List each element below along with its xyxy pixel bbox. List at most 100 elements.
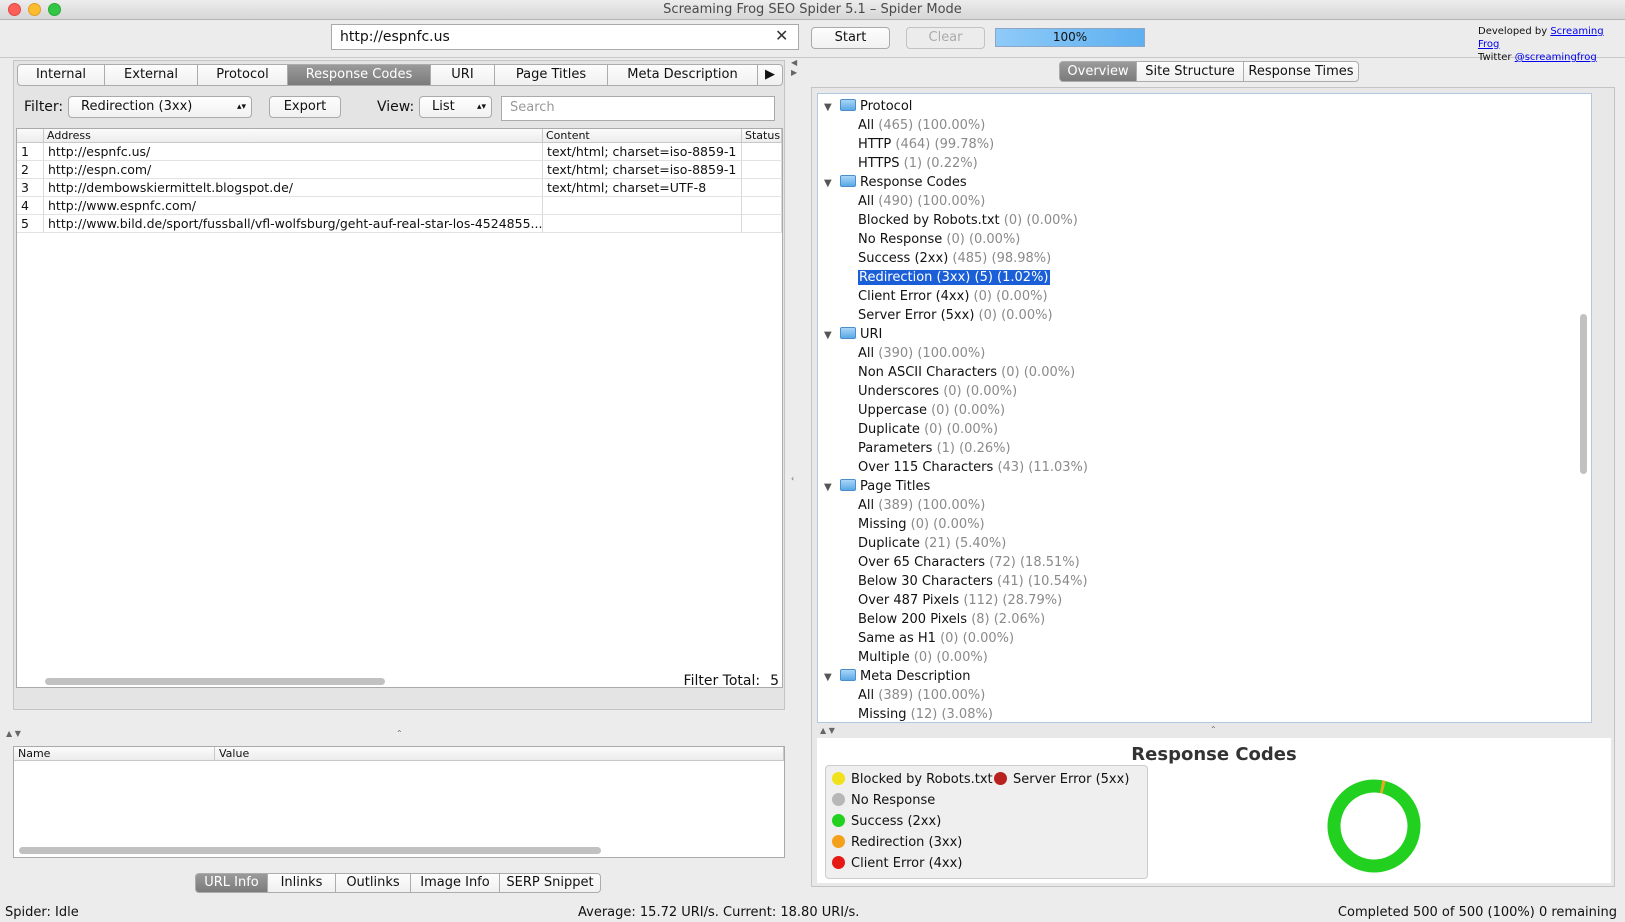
info-horizontal-scrollbar[interactable] — [19, 847, 601, 854]
tab-inlinks[interactable]: Inlinks — [268, 873, 336, 893]
tree-item[interactable]: Server Error (5xx) (0) (0.00%) — [858, 308, 1053, 323]
tree-item[interactable]: Client Error (4xx) (0) (0.00%) — [858, 289, 1048, 304]
tree-item[interactable]: Same as H1 (0) (0.00%) — [858, 631, 1014, 646]
tree-item[interactable]: All (465) (100.00%) — [858, 118, 985, 133]
clear-button[interactable]: Clear — [906, 27, 985, 49]
splitter-grip-icon[interactable]: ‹ — [791, 474, 794, 483]
tree-group[interactable]: ▼ Protocol — [824, 99, 912, 114]
tree-item-label: Parameters — [858, 441, 933, 456]
tab-image-info[interactable]: Image Info — [411, 873, 500, 893]
tree-item[interactable]: HTTPS (1) (0.22%) — [858, 156, 978, 171]
expand-triangle-icon[interactable]: ▼ — [824, 178, 840, 189]
tab-uri[interactable]: URI — [431, 64, 495, 86]
tree-item-label: All — [858, 688, 875, 703]
tab-response-times[interactable]: Response Times — [1244, 61, 1359, 82]
tab-response-codes[interactable]: Response Codes — [288, 64, 431, 86]
tab-meta-description[interactable]: Meta Description — [608, 64, 758, 86]
collapse-right-icon[interactable]: ▶ — [791, 68, 797, 77]
tree-item[interactable]: HTTP (464) (99.78%) — [858, 137, 994, 152]
tree-item[interactable]: All (490) (100.00%) — [858, 194, 985, 209]
table-row[interactable]: 3 http://dembowskiermittelt.blogspot.de/… — [17, 179, 782, 197]
tab-overview[interactable]: Overview — [1059, 61, 1137, 82]
expand-triangle-icon[interactable]: ▼ — [824, 330, 840, 341]
folder-icon — [840, 175, 856, 187]
developed-by-label: Developed by — [1478, 26, 1548, 37]
url-input[interactable]: http://espnfc.us — [331, 24, 799, 50]
column-header-value[interactable]: Value — [215, 747, 784, 760]
tree-item[interactable]: All (389) (100.00%) — [858, 498, 985, 513]
tab-serp-snippet[interactable]: SERP Snippet — [500, 873, 601, 893]
tree-item[interactable]: Missing (0) (0.00%) — [858, 517, 985, 532]
split-handle-icon[interactable]: ⌃ — [396, 729, 403, 738]
table-row[interactable]: 4 http://www.espnfc.com/ — [17, 197, 782, 215]
tree-item[interactable]: Missing (12) (3.08%) — [858, 707, 993, 722]
more-tabs-arrow-icon[interactable]: ▶ — [758, 64, 783, 86]
tree-group[interactable]: ▼ Page Titles — [824, 479, 930, 494]
tab-page-titles[interactable]: Page Titles — [495, 64, 608, 86]
tree-item[interactable]: Multiple (0) (0.00%) — [858, 650, 988, 665]
tree-item[interactable]: Duplicate (21) (5.40%) — [858, 536, 1006, 551]
tab-internal[interactable]: Internal — [17, 64, 105, 86]
column-header-address[interactable]: Address — [44, 129, 543, 142]
column-header-name[interactable]: Name — [14, 747, 215, 760]
tree-item-label: Duplicate — [858, 422, 920, 437]
row-number: 5 — [17, 215, 44, 232]
split-arrows-icon[interactable]: ▲ ▼ — [6, 729, 21, 738]
tree-item-count: (0) (0.00%) — [1001, 365, 1076, 380]
tree-item[interactable]: Redirection (3xx) (5) (1.02%) — [858, 270, 1050, 285]
crawl-progress-bar: 100% — [995, 28, 1145, 47]
tree-item-count: (0) (0.00%) — [1003, 213, 1078, 228]
tree-item[interactable]: Over 487 Pixels (112) (28.79%) — [858, 593, 1062, 608]
tree-item[interactable]: Success (2xx) (485) (98.98%) — [858, 251, 1051, 266]
export-button[interactable]: Export — [269, 96, 341, 118]
expand-triangle-icon[interactable]: ▼ — [824, 102, 840, 113]
split-arrows-icon[interactable]: ▲ ▼ — [820, 726, 835, 735]
clear-url-icon[interactable]: ✕ — [775, 26, 788, 45]
tree-group[interactable]: ▼ URI — [824, 327, 882, 342]
tree-item[interactable]: All (389) (100.00%) — [858, 688, 985, 703]
tree-item[interactable]: Below 30 Characters (41) (10.54%) — [858, 574, 1088, 589]
tree-item[interactable]: Over 115 Characters (43) (11.03%) — [858, 460, 1088, 475]
search-input[interactable]: Search — [501, 96, 775, 121]
tab-url-info[interactable]: URL Info — [195, 873, 268, 893]
table-row[interactable]: 5 http://www.bild.de/sport/fussball/vfl-… — [17, 215, 782, 233]
start-button[interactable]: Start — [811, 27, 890, 49]
tree-item[interactable]: Non ASCII Characters (0) (0.00%) — [858, 365, 1075, 380]
toolbar: http://espnfc.us ✕ Start Clear 100% Deve… — [0, 20, 1625, 63]
tree-item-count: (12) (3.08%) — [910, 707, 993, 722]
tree-item[interactable]: Blocked by Robots.txt (0) (0.00%) — [858, 213, 1078, 228]
expand-triangle-icon[interactable]: ▼ — [824, 482, 840, 493]
expand-triangle-icon[interactable]: ▼ — [824, 672, 840, 683]
twitter-link[interactable]: @screamingfrog — [1515, 52, 1597, 63]
view-select[interactable]: List ▴▾ — [419, 96, 492, 118]
tree-group[interactable]: ▼ Response Codes — [824, 175, 967, 190]
collapse-left-icon[interactable]: ◀ — [791, 58, 797, 67]
filter-total-value: 5 — [770, 673, 779, 689]
tree-item[interactable]: No Response (0) (0.00%) — [858, 232, 1020, 247]
column-header-content[interactable]: Content — [543, 129, 742, 142]
tab-protocol[interactable]: Protocol — [198, 64, 288, 86]
horizontal-scrollbar[interactable] — [45, 678, 385, 685]
table-header: Address Content Status — [17, 129, 782, 143]
tab-outlinks[interactable]: Outlinks — [336, 873, 411, 893]
tree-item[interactable]: Underscores (0) (0.00%) — [858, 384, 1017, 399]
table-row[interactable]: 1 http://espnfc.us/ text/html; charset=i… — [17, 143, 782, 161]
vertical-splitter[interactable]: ◀ ▶ ‹ — [789, 58, 800, 898]
filter-select[interactable]: Redirection (3xx) ▴▾ — [68, 96, 252, 118]
tree-vertical-scrollbar[interactable] — [1580, 314, 1587, 474]
tree-item[interactable]: Over 65 Characters (72) (18.51%) — [858, 555, 1080, 570]
tree-group[interactable]: ▼ Meta Description — [824, 669, 970, 684]
filter-label: Filter: — [24, 99, 64, 115]
table-row[interactable]: 2 http://espn.com/ text/html; charset=is… — [17, 161, 782, 179]
tree-item[interactable]: Below 200 Pixels (8) (2.06%) — [858, 612, 1045, 627]
split-handle-icon[interactable]: ⌃ — [1210, 725, 1217, 734]
tab-external[interactable]: External — [105, 64, 198, 86]
tree-item[interactable]: All (390) (100.00%) — [858, 346, 985, 361]
results-pane: Internal External Protocol Response Code… — [13, 60, 785, 710]
column-header-status[interactable]: Status — [742, 129, 782, 142]
tree-item[interactable]: Duplicate (0) (0.00%) — [858, 422, 998, 437]
crawl-speed: Average: 15.72 URI/s. Current: 18.80 URI… — [578, 905, 860, 920]
tree-item[interactable]: Parameters (1) (0.26%) — [858, 441, 1011, 456]
tree-item[interactable]: Uppercase (0) (0.00%) — [858, 403, 1005, 418]
tab-site-structure[interactable]: Site Structure — [1137, 61, 1244, 82]
